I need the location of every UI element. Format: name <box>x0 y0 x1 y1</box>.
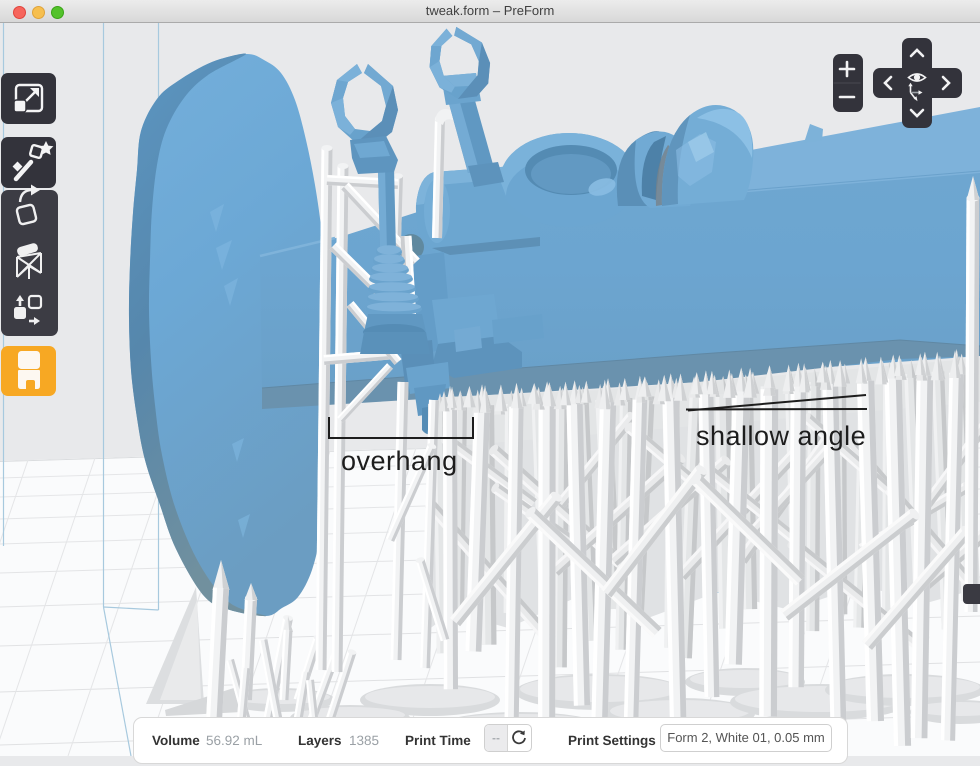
svg-text:shallow angle: shallow angle <box>696 421 866 451</box>
svg-text:overhang: overhang <box>341 446 458 476</box>
